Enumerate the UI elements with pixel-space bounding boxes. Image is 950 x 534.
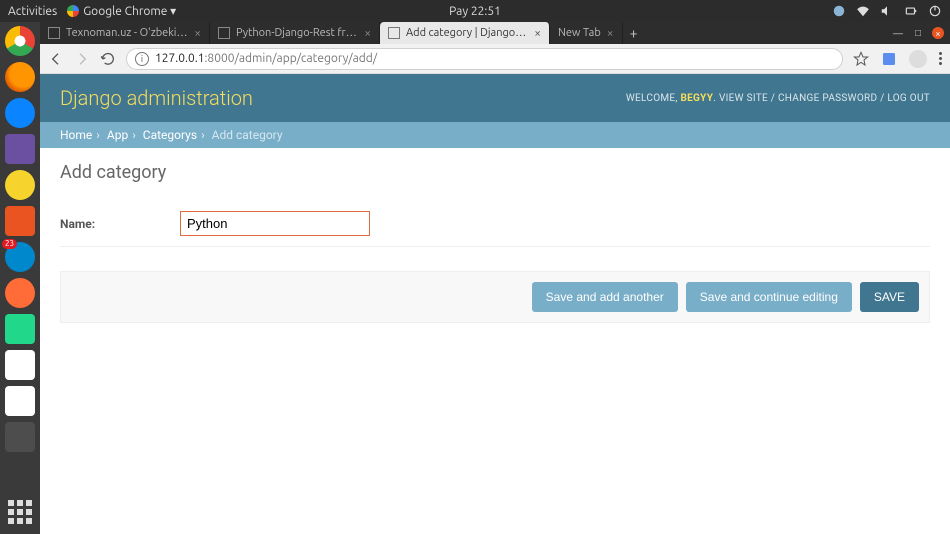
bookmark-star-icon[interactable]	[853, 51, 869, 67]
form-row-name: Name:	[60, 201, 930, 247]
reload-button[interactable]	[100, 51, 116, 67]
show-applications-button[interactable]	[6, 498, 34, 526]
chrome-menu-icon[interactable]	[939, 52, 942, 65]
weather-icon	[832, 4, 846, 18]
browser-tab[interactable]: Python-Django-Rest fram ×	[210, 22, 380, 44]
page-icon	[388, 27, 400, 39]
close-tab-icon[interactable]: ×	[607, 27, 614, 40]
battery-icon	[904, 4, 918, 18]
dock-files-icon[interactable]	[5, 134, 35, 164]
view-site-link[interactable]: VIEW SITE	[719, 93, 768, 104]
wifi-icon	[856, 4, 870, 18]
power-icon	[928, 4, 942, 18]
dock-pycharm-icon[interactable]	[5, 314, 35, 344]
back-button[interactable]	[48, 51, 64, 67]
user-tools: WELCOME, BEGYY. VIEW SITE / CHANGE PASSW…	[626, 93, 930, 104]
ubuntu-dock: 23	[0, 22, 40, 534]
breadcrumb-home[interactable]: Home	[60, 128, 92, 142]
app-menu[interactable]: Google Chrome ▾	[67, 4, 176, 18]
log-out-link[interactable]: LOG OUT	[887, 93, 930, 104]
site-title[interactable]: Django administration	[60, 86, 253, 110]
close-tab-icon[interactable]: ×	[364, 27, 371, 40]
dock-slack-icon[interactable]	[5, 350, 35, 380]
browser-tab-active[interactable]: Add category | Django sit ×	[380, 22, 550, 44]
activities-button[interactable]: Activities	[8, 5, 57, 18]
volume-icon	[880, 4, 894, 18]
name-label: Name:	[60, 217, 180, 231]
page-title: Add category	[60, 162, 930, 183]
url-host: 127.0.0.1	[155, 52, 204, 65]
save-add-another-button[interactable]: Save and add another	[532, 282, 678, 312]
window-controls: — □ ×	[886, 22, 950, 44]
django-content: Add category Name: Save and add another …	[40, 148, 950, 337]
chrome-tabstrip: Texnoman.uz - O'zbekisto × Python-Django…	[40, 22, 950, 44]
new-tab-button[interactable]: +	[623, 22, 645, 44]
save-continue-button[interactable]: Save and continue editing	[686, 282, 852, 312]
gnome-top-bar: Activities Google Chrome ▾ Pay 22:51	[0, 0, 950, 22]
breadcrumb-categorys[interactable]: Categorys	[143, 128, 197, 142]
maximize-icon[interactable]: □	[912, 27, 924, 39]
dock-postman-icon[interactable]	[5, 278, 35, 308]
close-tab-icon[interactable]: ×	[534, 27, 541, 40]
dock-software-icon[interactable]	[5, 206, 35, 236]
chrome-icon	[67, 5, 79, 17]
minimize-icon[interactable]: —	[892, 27, 904, 39]
dock-rhythmbox-icon[interactable]	[5, 170, 35, 200]
page-icon	[48, 27, 60, 39]
dock-firefox-icon[interactable]	[5, 62, 35, 92]
dock-thunderbird-icon[interactable]	[5, 98, 35, 128]
forward-button[interactable]	[74, 51, 90, 67]
breadcrumb-current: Add category	[212, 128, 283, 142]
page-icon	[218, 27, 230, 39]
dock-telegram-icon[interactable]: 23	[5, 242, 35, 272]
page-content: Django administration WELCOME, BEGYY. VI…	[40, 74, 950, 534]
profile-avatar[interactable]	[909, 50, 927, 68]
system-status-area[interactable]	[832, 4, 942, 18]
dock-chrome-icon[interactable]	[5, 26, 35, 56]
clock[interactable]: Pay 22:51	[449, 5, 501, 18]
chrome-window: Texnoman.uz - O'zbekisto × Python-Django…	[40, 22, 950, 534]
name-input[interactable]	[180, 211, 370, 236]
breadcrumb-app[interactable]: App	[107, 128, 128, 142]
save-button[interactable]: SAVE	[860, 282, 919, 312]
browser-tab[interactable]: New Tab ×	[550, 22, 623, 44]
translate-extension-icon[interactable]	[881, 51, 897, 67]
close-tab-icon[interactable]: ×	[194, 27, 201, 40]
telegram-badge: 23	[2, 239, 17, 249]
change-password-link[interactable]: CHANGE PASSWORD	[778, 93, 877, 104]
site-info-icon[interactable]: i	[135, 52, 149, 66]
submit-row: Save and add another Save and continue e…	[60, 271, 930, 323]
url-path: :8000/admin/app/category/add/	[204, 52, 377, 65]
browser-tab[interactable]: Texnoman.uz - O'zbekisto ×	[40, 22, 210, 44]
dock-terminal-icon[interactable]	[5, 422, 35, 452]
close-window-icon[interactable]: ×	[932, 27, 944, 39]
dock-gedit-icon[interactable]	[5, 386, 35, 416]
breadcrumb: Home› App› Categorys› Add category	[40, 122, 950, 148]
django-header: Django administration WELCOME, BEGYY. VI…	[40, 74, 950, 122]
address-bar[interactable]: i 127.0.0.1:8000/admin/app/category/add/	[126, 48, 843, 70]
chrome-toolbar: i 127.0.0.1:8000/admin/app/category/add/	[40, 44, 950, 74]
